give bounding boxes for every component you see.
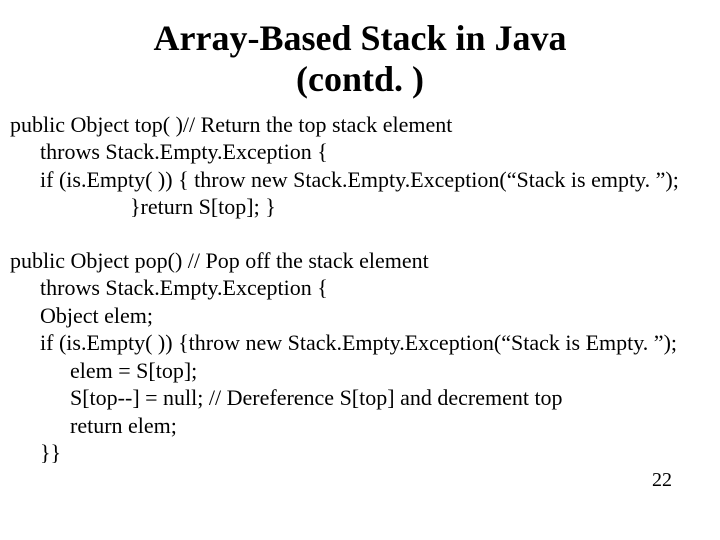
pop-method-close: }}: [10, 439, 716, 467]
title-line-1: Array-Based Stack in Java: [0, 18, 720, 59]
pop-method-if: if (is.Empty( )) {throw new Stack.Empty.…: [10, 329, 716, 357]
slide: Array-Based Stack in Java (contd. ) publ…: [0, 0, 720, 540]
pop-method-signature: public Object pop() // Pop off the stack…: [10, 247, 716, 275]
slide-title: Array-Based Stack in Java (contd. ): [0, 0, 720, 111]
blank-line: [10, 221, 716, 247]
slide-body: public Object top( )// Return the top st…: [0, 111, 720, 467]
pop-method-decl: Object elem;: [10, 302, 716, 330]
pop-method-throws: throws Stack.Empty.Exception {: [10, 274, 716, 302]
pop-method-null: S[top--] = null; // Dereference S[top] a…: [10, 384, 716, 412]
top-method-throws: throws Stack.Empty.Exception {: [10, 138, 716, 166]
pop-method-return: return elem;: [10, 412, 716, 440]
page-number: 22: [652, 469, 672, 492]
top-method-return: }return S[top]; }: [10, 193, 716, 221]
top-method-signature: public Object top( )// Return the top st…: [10, 111, 716, 139]
title-line-2: (contd. ): [0, 59, 720, 100]
top-method-if: if (is.Empty( )) { throw new Stack.Empty…: [10, 166, 716, 194]
pop-method-assign: elem = S[top];: [10, 357, 716, 385]
